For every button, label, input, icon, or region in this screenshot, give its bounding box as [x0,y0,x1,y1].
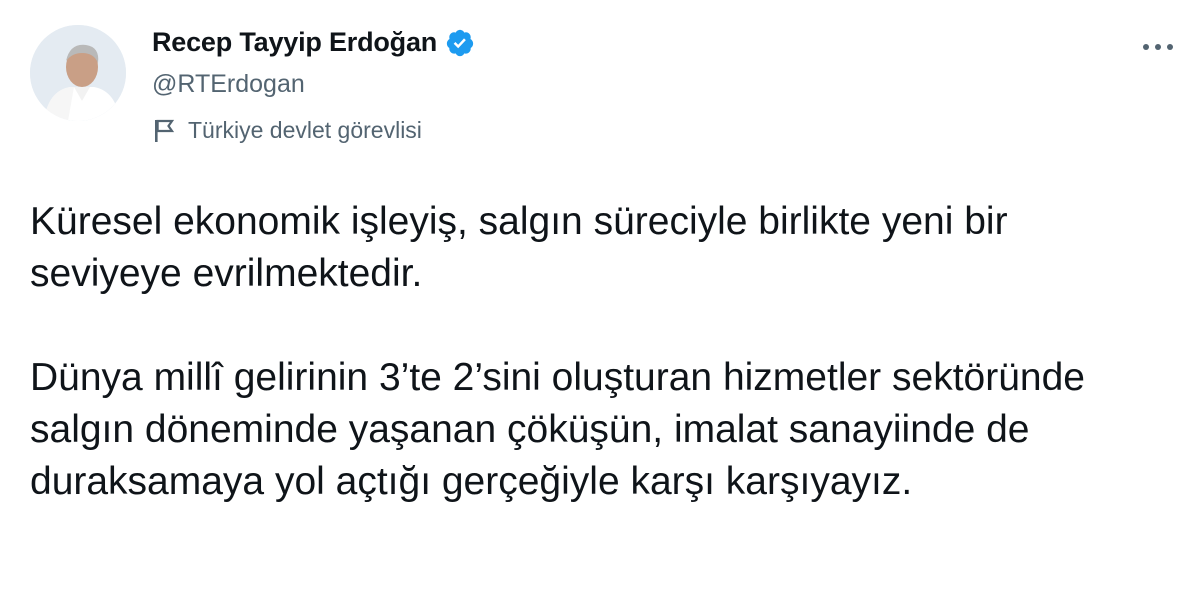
account-label: Türkiye devlet görevlisi [152,117,422,144]
author-handle[interactable]: @RTErdogan [152,70,305,99]
author-display-name[interactable]: Recep Tayyip Erdoğan [152,27,437,58]
avatar-image [30,25,126,121]
tweet-paragraph: Dünya millî gelirinin 3’te 2’sini oluştu… [30,356,1085,503]
tweet-card: Recep Tayyip Erdoğan @RTErdogan Türkiye … [0,0,1200,604]
verified-badge-icon [445,28,475,58]
tweet-text: Küresel ekonomik işleyiş, salgın süreciy… [30,196,1170,508]
flag-icon [152,118,176,144]
more-options-icon [1143,44,1173,50]
more-options-button[interactable] [1136,25,1180,69]
avatar[interactable] [30,25,126,121]
author-name-row: Recep Tayyip Erdoğan [152,27,475,58]
account-label-text: Türkiye devlet görevlisi [188,117,422,143]
tweet-paragraph: Küresel ekonomik işleyiş, salgın süreciy… [30,200,1008,295]
